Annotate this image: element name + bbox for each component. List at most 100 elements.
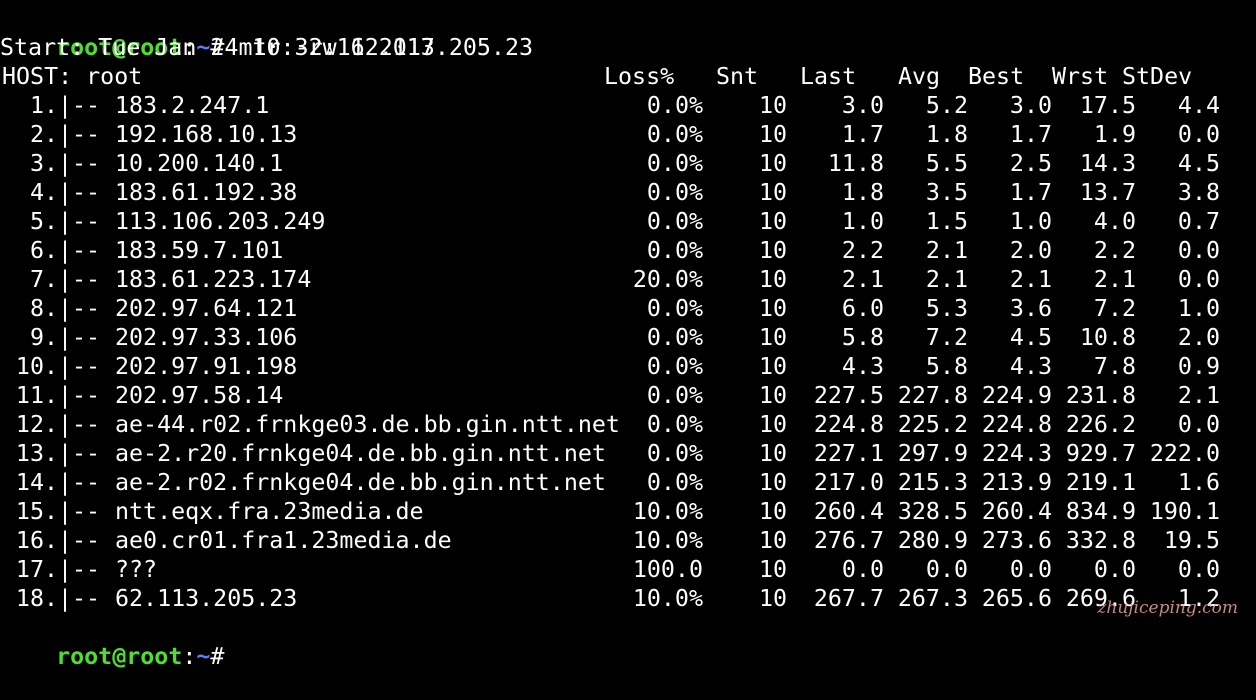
hop-loss: 0.0% <box>646 411 703 438</box>
hop-loss: 0.0% <box>646 295 703 322</box>
hop-separator: |-- <box>58 92 101 119</box>
hop-separator: |-- <box>58 237 101 264</box>
hop-loss: 0.0% <box>646 382 703 409</box>
hop-stdev: 3.8 <box>1177 179 1220 206</box>
table-row: 3. |-- 10.200.140.1 0.0% 10 11.8 5.5 2.5 14.3 4.5 <box>0 149 1256 178</box>
hop-stdev: 0.0 <box>1177 237 1220 264</box>
hop-table: 1. |-- 183.2.247.1 0.0% 10 3.0 5.2 3.0 17.5 4.4 2… <box>0 91 1256 613</box>
hop-host: ntt.eqx.fra.23media.de <box>115 498 424 525</box>
table-row: 5. |-- 113.106.203.249 0.0% 10 1.0 1.5 1.0 4.0 0.… <box>0 207 1256 236</box>
hop-host: 202.97.58.14 <box>115 382 284 409</box>
table-row: 13. |-- ae-2.r20.frnkge04.de.bb.gin.ntt.ne… <box>0 439 1256 468</box>
hop-stdev: 0.9 <box>1177 353 1220 380</box>
terminal-window[interactable]: root@root:~# mtr -rw 62.113.205.23 Start… <box>0 4 1256 670</box>
hop-stdev: 2.0 <box>1177 324 1220 351</box>
hop-index: 7. <box>29 266 58 293</box>
table-row: 6. |-- 183.59.7.101 0.0% 10 2.2 2.1 2.0 2.2 0.0 <box>0 236 1256 265</box>
hop-index: 16. <box>15 527 58 554</box>
hop-index: 5. <box>29 208 58 235</box>
hop-stdev: 0.0 <box>1177 411 1220 438</box>
hop-stdev: 1.6 <box>1177 469 1220 496</box>
hop-index: 17. <box>15 556 58 583</box>
header-wrst: Wrst <box>1052 63 1109 90</box>
header-host: HOST: root <box>2 63 143 90</box>
hop-loss: 0.0% <box>646 440 703 467</box>
hop-stdev: 19.5 <box>1163 527 1220 554</box>
hop-stdev: 0.0 <box>1177 556 1220 583</box>
hop-index: 14. <box>15 469 58 496</box>
command-line: root@root:~# mtr -rw 62.113.205.23 <box>0 4 1256 61</box>
hop-index: 2. <box>29 121 58 148</box>
hop-loss: 0.0% <box>646 150 703 177</box>
final-prompt-line[interactable]: root@root:~# <box>0 613 1256 670</box>
table-row: 12. |-- ae-44.r02.frnkge03.de.bb.gin.ntt.n… <box>0 410 1256 439</box>
header-best: Best <box>968 63 1025 90</box>
hop-index: 13. <box>15 440 58 467</box>
table-row: 1. |-- 183.2.247.1 0.0% 10 3.0 5.2 3.0 17.5 4.4 <box>0 91 1256 120</box>
hop-separator: |-- <box>58 411 101 438</box>
hop-index: 3. <box>29 150 58 177</box>
hop-host: ae0.cr01.fra1.23media.de <box>115 527 452 554</box>
hop-stdev: 4.4 <box>1177 92 1220 119</box>
hop-index: 9. <box>29 324 58 351</box>
hop-separator: |-- <box>58 469 101 496</box>
hop-loss: 10.0% <box>632 585 703 612</box>
table-row: 18. |-- 62.113.205.23 10.0% 10 267.7 267.3 265.… <box>0 584 1256 613</box>
start-line: Start: Tue Jan 24 10:32:11 2017 <box>0 34 435 61</box>
prompt-symbol: # <box>210 643 225 670</box>
prompt-user-host: root@root <box>56 643 183 670</box>
hop-separator: |-- <box>58 266 101 293</box>
header-snt: Snt <box>716 63 759 90</box>
hop-host: ae-2.r20.frnkge04.de.bb.gin.ntt.net <box>115 440 606 467</box>
hop-stdev: 222.0 <box>1149 440 1220 467</box>
header-loss: Loss% <box>604 63 675 90</box>
hop-loss: 0.0% <box>646 237 703 264</box>
table-row: 16. |-- ae0.cr01.fra1.23media.de 10.0% 10 276… <box>0 526 1256 555</box>
table-header: HOST: root Loss% Snt Last Avg Best Wrst … <box>0 62 1256 91</box>
hop-index: 6. <box>29 237 58 264</box>
hop-loss: 10.0% <box>632 498 703 525</box>
hop-host: ae-2.r02.frnkge04.de.bb.gin.ntt.net <box>115 469 606 496</box>
hop-host: 183.61.192.38 <box>115 179 298 206</box>
table-row: 15. |-- ntt.eqx.fra.23media.de 10.0% 10 260.4… <box>0 497 1256 526</box>
hop-loss: 0.0% <box>646 179 703 206</box>
hop-separator: |-- <box>58 324 101 351</box>
table-row: 11. |-- 202.97.58.14 0.0% 10 227.5 227.8 224.9 2… <box>0 381 1256 410</box>
table-row: 2. |-- 192.168.10.13 0.0% 10 1.7 1.8 1.7 1.9 0.0 <box>0 120 1256 149</box>
hop-host: 202.97.64.121 <box>115 295 298 322</box>
hop-host: ??? <box>115 556 158 583</box>
table-row: 8. |-- 202.97.64.121 0.0% 10 6.0 5.3 3.6 7.2 1.0 <box>0 294 1256 323</box>
hop-loss: 0.0% <box>646 208 703 235</box>
hop-loss: 0.0% <box>646 324 703 351</box>
hop-loss: 20.0% <box>632 266 703 293</box>
hop-separator: |-- <box>58 353 101 380</box>
hop-separator: |-- <box>58 527 101 554</box>
prompt-path: ~ <box>196 643 211 670</box>
hop-host: 202.97.33.106 <box>115 324 298 351</box>
table-row: 14. |-- ae-2.r02.frnkge04.de.bb.gin.ntt.ne… <box>0 468 1256 497</box>
hop-stdev: 190.1 <box>1149 498 1220 525</box>
table-row: 17. |--??? 100.0 10 0.0 0.0 0.0 0.0 0.0 <box>0 555 1256 584</box>
hop-separator: |-- <box>58 382 101 409</box>
hop-separator: |-- <box>58 440 101 467</box>
hop-separator: |-- <box>58 150 101 177</box>
watermark-text: zhujiceping.com <box>1097 598 1238 618</box>
hop-loss: 0.0% <box>646 92 703 119</box>
hop-host: 183.2.247.1 <box>115 92 270 119</box>
hop-index: 4. <box>29 179 58 206</box>
hop-stdev: 2.1 <box>1177 382 1220 409</box>
hop-index: 11. <box>15 382 58 409</box>
hop-host: 192.168.10.13 <box>115 121 298 148</box>
hop-index: 12. <box>15 411 58 438</box>
hop-loss: 0.0% <box>646 353 703 380</box>
hop-stdev: 4.5 <box>1177 150 1220 177</box>
hop-loss: 0.0% <box>646 469 703 496</box>
header-avg: Avg <box>898 63 941 90</box>
hop-separator: |-- <box>58 498 101 525</box>
header-last: Last <box>800 63 857 90</box>
hop-separator: |-- <box>58 179 101 206</box>
hop-host: ae-44.r02.frnkge03.de.bb.gin.ntt.net <box>115 411 620 438</box>
table-row: 7. |-- 183.61.223.174 20.0% 10 2.1 2.1 2.1 2.1 0.… <box>0 265 1256 294</box>
hop-separator: |-- <box>58 121 101 148</box>
hop-loss: 10.0% <box>632 527 703 554</box>
